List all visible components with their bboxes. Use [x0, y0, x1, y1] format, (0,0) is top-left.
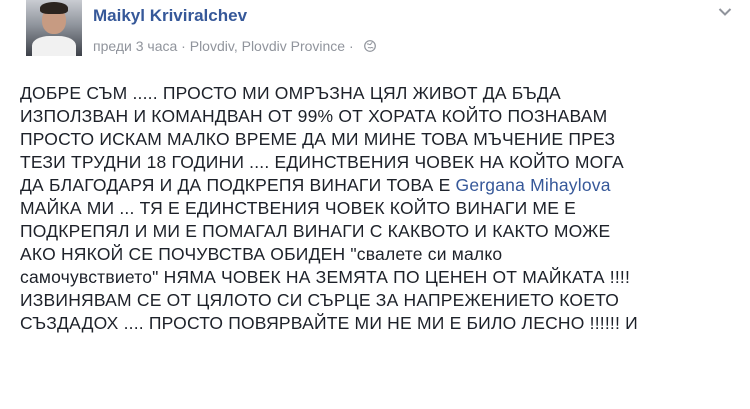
- post-time[interactable]: преди 3 часа: [93, 38, 177, 54]
- post-text: ДОБРЕ СЪМ ..... ПРОСТО МИ ОМРЪЗНА ЦЯЛ ЖИ…: [20, 82, 740, 335]
- facebook-post: Maikyl Kriviralchev преди 3 часа · Plovd…: [0, 0, 750, 409]
- author-name[interactable]: Maikyl Kriviralchev: [93, 6, 247, 26]
- post-meta: преди 3 часа · Plovdiv, Plovdiv Province…: [93, 38, 376, 54]
- avatar[interactable]: [26, 0, 82, 56]
- avatar-hair: [40, 2, 68, 14]
- avatar-shirt: [32, 36, 76, 56]
- mention-link[interactable]: Gergana Mihaylova: [456, 175, 611, 195]
- post-location[interactable]: Plovdiv, Plovdiv Province: [190, 38, 345, 54]
- globe-icon[interactable]: [363, 40, 376, 52]
- chevron-down-icon[interactable]: [718, 7, 732, 17]
- meta-separator: ·: [349, 38, 354, 54]
- post-text-part: МАЙКА МИ ... ТЯ Е ЕДИНСТВЕНИЯ ЧОВЕК КОЙТ…: [20, 198, 638, 333]
- meta-separator: ·: [181, 38, 186, 54]
